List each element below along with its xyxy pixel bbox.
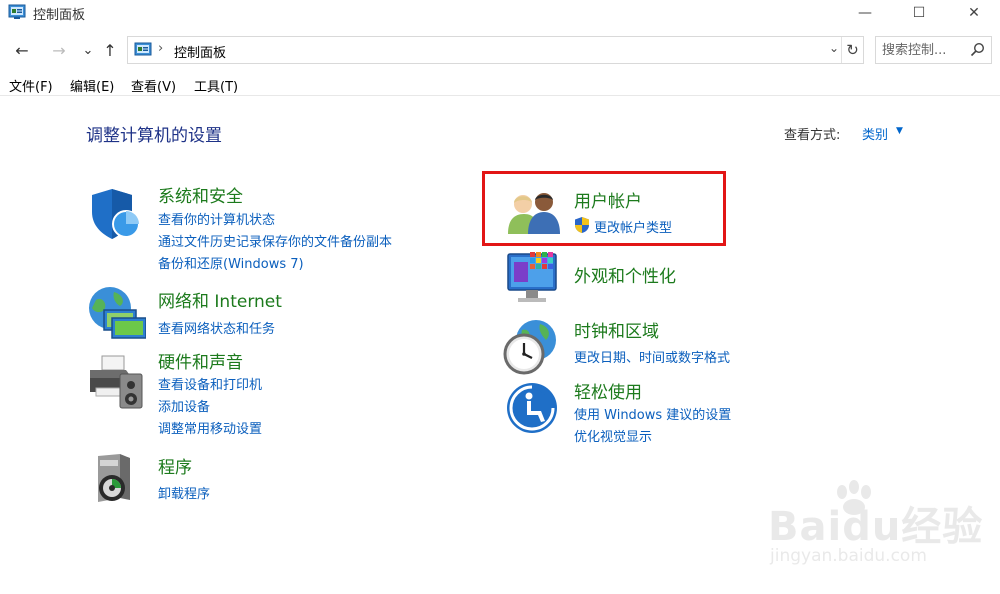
category-hardware-sound[interactable]: 硬件和声音 [158, 348, 243, 373]
category-ease-of-access[interactable]: 轻松使用 [574, 378, 642, 403]
link-devices-printers[interactable]: 查看设备和打印机 [158, 374, 262, 393]
control-panel-icon [134, 42, 152, 56]
address-bar[interactable]: › 控制面板 ⌄ ↻ [127, 36, 864, 64]
link-view-network-status[interactable]: 查看网络状态和任务 [158, 318, 275, 337]
highlight-box [482, 171, 726, 246]
category-appearance[interactable]: 外观和个性化 [574, 262, 676, 287]
link-uninstall-program[interactable]: 卸载程序 [158, 483, 210, 502]
address-dropdown-button[interactable]: ⌄ [829, 41, 839, 55]
page-title: 调整计算机的设置 [86, 126, 222, 146]
menu-tools[interactable]: 工具(T) [194, 76, 238, 95]
minimize-button[interactable]: — [842, 0, 888, 26]
view-by-label: 查看方式: [784, 128, 841, 143]
maximize-button[interactable]: ☐ [896, 0, 942, 26]
search-box[interactable] [875, 36, 992, 64]
category-network-internet[interactable]: 网络和 Internet [158, 287, 282, 312]
menu-edit[interactable]: 编辑(E) [70, 76, 114, 95]
view-by-dropdown[interactable]: 类别 [862, 124, 888, 143]
link-optimize-visual-display[interactable]: 优化视觉显示 [574, 426, 652, 445]
menu-file[interactable]: 文件(F) [9, 76, 53, 95]
menu-view[interactable]: 查看(V) [131, 76, 176, 95]
category-system-security[interactable]: 系统和安全 [158, 182, 243, 207]
programs-icon[interactable] [90, 450, 140, 506]
link-mobility-settings[interactable]: 调整常用移动设置 [158, 418, 262, 437]
search-input[interactable] [882, 41, 966, 59]
navigation-bar: ← → ⌄ ↑ › 控制面板 ⌄ ↻ [0, 34, 1000, 66]
back-button[interactable]: ← [10, 38, 34, 62]
forward-button[interactable]: → [47, 38, 71, 62]
close-button[interactable]: ✕ [951, 0, 997, 26]
window-title: 控制面板 [33, 8, 86, 23]
title-bar: 控制面板 — ☐ ✕ [0, 0, 1000, 26]
clock-globe-icon[interactable] [502, 318, 560, 376]
appearance-icon[interactable] [504, 250, 560, 306]
baidu-watermark: Baidu经验 jingyan.baidu.com [760, 480, 990, 580]
search-icon[interactable] [970, 42, 985, 57]
network-globe-icon[interactable] [86, 284, 146, 344]
up-button[interactable]: ↑ [98, 38, 122, 62]
printer-icon[interactable] [86, 352, 146, 410]
link-change-date-time-format[interactable]: 更改日期、时间或数字格式 [574, 347, 730, 366]
category-clock-region[interactable]: 时钟和区域 [574, 317, 659, 342]
link-view-computer-status[interactable]: 查看你的计算机状态 [158, 209, 275, 228]
watermark-logo: Baidu经验 [768, 504, 984, 550]
recent-locations-button[interactable]: ⌄ [76, 38, 100, 62]
link-backup-restore[interactable]: 备份和还原(Windows 7) [158, 253, 304, 272]
link-add-device[interactable]: 添加设备 [158, 396, 210, 415]
control-panel-icon [8, 4, 26, 19]
breadcrumb[interactable]: 控制面板 [174, 42, 226, 61]
link-windows-recommended-settings[interactable]: 使用 Windows 建议的设置 [574, 404, 731, 423]
breadcrumb-separator[interactable]: › [158, 41, 163, 56]
ease-of-access-icon[interactable] [505, 381, 559, 435]
watermark-url: jingyan.baidu.com [770, 546, 927, 566]
menu-bar: 文件(F) 编辑(E) 查看(V) 工具(T) [0, 72, 1000, 96]
shield-icon[interactable] [88, 186, 144, 242]
chevron-down-icon[interactable]: ▼ [896, 126, 903, 136]
refresh-button[interactable]: ↻ [841, 37, 863, 63]
category-programs[interactable]: 程序 [158, 453, 192, 478]
link-file-history-backup[interactable]: 通过文件历史记录保存你的文件备份副本 [158, 231, 392, 250]
